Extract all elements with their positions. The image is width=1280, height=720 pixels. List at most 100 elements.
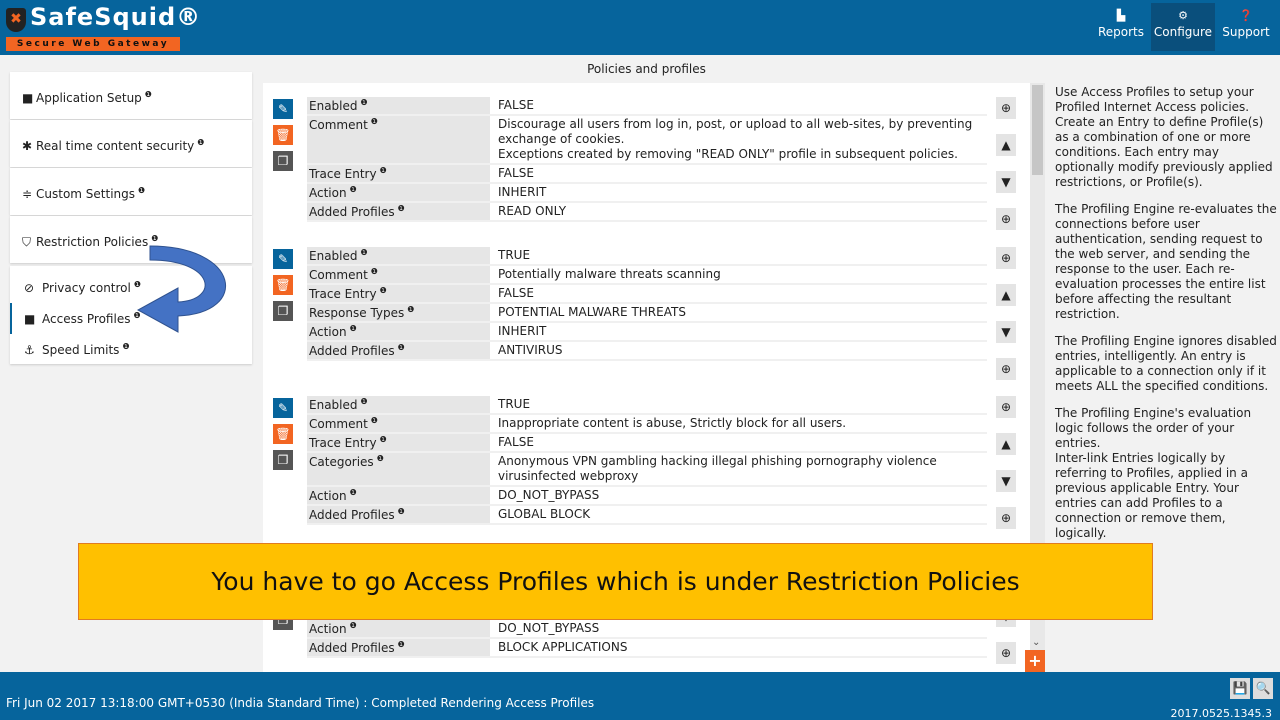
- move-bottom-icon[interactable]: ⊕: [996, 358, 1016, 380]
- move-top-icon[interactable]: ⊕: [996, 247, 1016, 269]
- field-label: Action: [309, 186, 347, 200]
- field-value[interactable]: FALSE: [490, 97, 987, 114]
- field-value[interactable]: FALSE: [490, 165, 987, 182]
- sidebar-item-custom-settings[interactable]: ≑ Custom Settings ❶: [10, 168, 252, 215]
- info-icon[interactable]: ❶: [138, 186, 145, 195]
- move-up-icon[interactable]: ▲: [996, 433, 1016, 455]
- info-icon[interactable]: ❶: [350, 621, 357, 630]
- info-icon[interactable]: ❶: [371, 117, 378, 126]
- move-up-icon[interactable]: ▲: [996, 134, 1016, 156]
- anchor-icon: ⚓: [24, 343, 35, 357]
- delete-icon[interactable]: 🗑: [273, 125, 293, 145]
- move-down-icon[interactable]: ▼: [996, 470, 1016, 492]
- subitem-speed-limits[interactable]: ⚓ Speed Limits ❶: [10, 334, 252, 365]
- edit-icon[interactable]: ✎: [273, 249, 293, 269]
- copy-icon[interactable]: ❐: [273, 450, 293, 470]
- field-value[interactable]: TRUE: [490, 247, 987, 264]
- move-up-icon[interactable]: ▲: [996, 284, 1016, 306]
- move-top-icon[interactable]: ⊕: [996, 396, 1016, 418]
- field-value[interactable]: BLOCK APPLICATIONS: [490, 639, 987, 656]
- entry-fields: Enabled ❶ FALSE Comment ❶ Discourage all user…: [307, 97, 987, 222]
- copy-icon[interactable]: ❐: [273, 151, 293, 171]
- field-label: Comment: [309, 268, 368, 282]
- move-bottom-icon[interactable]: ⊕: [996, 507, 1016, 529]
- info-icon[interactable]: ❶: [361, 397, 368, 406]
- field-row: Action ❶ DO_NOT_BYPASS: [307, 487, 987, 506]
- info-icon[interactable]: ❶: [380, 166, 387, 175]
- field-value[interactable]: GLOBAL BLOCK: [490, 506, 987, 523]
- nav-configure[interactable]: ⚙ Configure: [1151, 3, 1215, 51]
- save-icon[interactable]: 💾: [1230, 678, 1250, 699]
- info-icon[interactable]: ❶: [377, 454, 384, 463]
- field-row: Enabled ❶ TRUE: [307, 396, 987, 415]
- gears-icon: ⚙: [1178, 9, 1188, 22]
- field-value[interactable]: TRUE: [490, 396, 987, 413]
- field-value[interactable]: FALSE: [490, 285, 987, 302]
- info-icon[interactable]: ❶: [361, 248, 368, 257]
- field-row: Comment ❶ Discourage all users from log in…: [307, 116, 987, 165]
- info-icon[interactable]: ❶: [398, 343, 405, 352]
- field-label: Action: [309, 622, 347, 636]
- nav-support[interactable]: ❓ Support: [1215, 3, 1277, 51]
- footer: Fri Jun 02 2017 13:18:00 GMT+0530 (India…: [0, 672, 1280, 720]
- edit-icon[interactable]: ✎: [273, 398, 293, 418]
- safesquid-logo[interactable]: ✖ SafeSquid® Secure Web Gateway: [4, 3, 200, 51]
- field-value[interactable]: ANTIVIRUS: [490, 342, 987, 359]
- scroll-down-icon[interactable]: ⌄: [1032, 637, 1040, 648]
- field-row: Enabled ❶ FALSE: [307, 97, 987, 116]
- search-icon[interactable]: 🔍: [1253, 678, 1273, 699]
- info-icon[interactable]: ❶: [197, 138, 204, 147]
- add-entry-button[interactable]: +: [1025, 650, 1045, 672]
- info-icon[interactable]: ❶: [398, 204, 405, 213]
- field-value[interactable]: INHERIT: [490, 184, 987, 201]
- instruction-banner: You have to go Access Profiles which is …: [78, 543, 1153, 620]
- nav-reports[interactable]: ▙ Reports: [1090, 3, 1152, 51]
- info-icon[interactable]: ❶: [407, 305, 414, 314]
- field-value[interactable]: Potentially malware threats scanning: [490, 266, 987, 283]
- info-icon[interactable]: ❶: [380, 286, 387, 295]
- sliders-icon: ≑: [22, 187, 33, 201]
- field-value[interactable]: DO_NOT_BYPASS: [490, 620, 987, 637]
- info-icon[interactable]: ❶: [398, 507, 405, 516]
- info-icon[interactable]: ❶: [350, 324, 357, 333]
- copy-icon[interactable]: ❐: [273, 301, 293, 321]
- field-label: Enabled: [309, 99, 358, 113]
- sidebar-item-real-time-content-security[interactable]: ✱ Real time content security ❶: [10, 120, 252, 167]
- info-icon[interactable]: ❶: [371, 416, 378, 425]
- info-icon[interactable]: ❶: [145, 90, 152, 99]
- field-label: Enabled: [309, 249, 358, 263]
- field-value[interactable]: Discourage all users from log in, post, …: [490, 116, 987, 163]
- move-down-icon[interactable]: ▼: [996, 171, 1016, 193]
- field-value[interactable]: INHERIT: [490, 323, 987, 340]
- field-label: Comment: [309, 417, 368, 431]
- field-value[interactable]: Inappropriate content is abuse, Strictly…: [490, 415, 987, 432]
- sidebar-item-application-setup[interactable]: ■ Application Setup ❶: [10, 72, 252, 119]
- move-top-icon[interactable]: ⊕: [996, 97, 1016, 119]
- field-row: Action ❶ INHERIT: [307, 323, 987, 342]
- field-row: Categories ❶ Anonymous VPN gambling hackin…: [307, 453, 987, 487]
- logo-shield-icon: ✖: [6, 8, 26, 32]
- info-icon[interactable]: ❶: [361, 98, 368, 107]
- scrollbar-thumb[interactable]: [1032, 85, 1043, 175]
- field-label: Added Profiles: [309, 205, 395, 219]
- move-bottom-icon[interactable]: ⊕: [996, 642, 1016, 664]
- info-icon[interactable]: ❶: [122, 342, 129, 351]
- field-row: Trace Entry ❶ FALSE: [307, 165, 987, 184]
- info-icon[interactable]: ❶: [380, 435, 387, 444]
- delete-icon[interactable]: 🗑: [273, 275, 293, 295]
- move-bottom-icon[interactable]: ⊕: [996, 208, 1016, 230]
- edit-icon[interactable]: ✎: [273, 99, 293, 119]
- info-icon[interactable]: ❶: [350, 488, 357, 497]
- move-down-icon[interactable]: ▼: [996, 321, 1016, 343]
- help-text: Use Access Profiles to setup your Profil…: [1055, 85, 1277, 540]
- delete-icon[interactable]: 🗑: [273, 424, 293, 444]
- info-icon[interactable]: ❶: [398, 640, 405, 649]
- field-value[interactable]: READ ONLY: [490, 203, 987, 220]
- info-icon[interactable]: ❶: [371, 267, 378, 276]
- info-icon[interactable]: ❶: [350, 185, 357, 194]
- field-row: Action ❶ INHERIT: [307, 184, 987, 203]
- field-value[interactable]: Anonymous VPN gambling hacking illegal p…: [490, 453, 987, 485]
- field-value[interactable]: POTENTIAL MALWARE THREATS: [490, 304, 987, 321]
- field-value[interactable]: DO_NOT_BYPASS: [490, 487, 987, 504]
- field-value[interactable]: FALSE: [490, 434, 987, 451]
